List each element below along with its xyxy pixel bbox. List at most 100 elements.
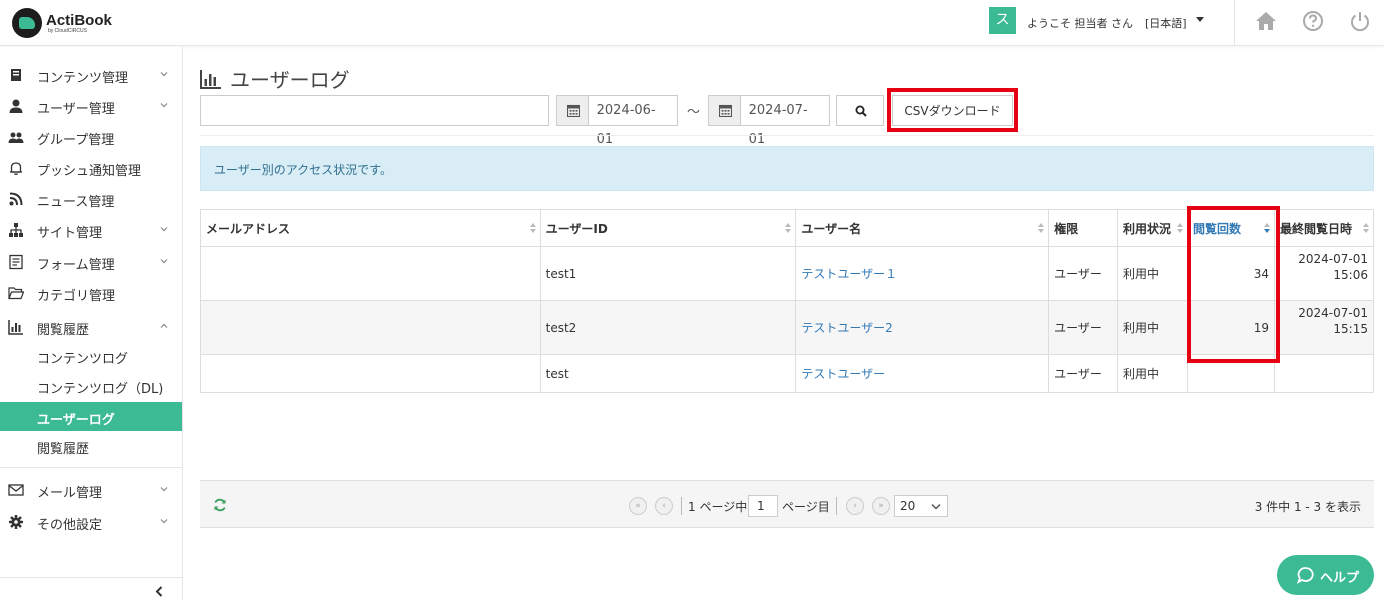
- gear-icon: [9, 515, 23, 529]
- sidebar-subitem-content-log[interactable]: コンテンツログ: [0, 341, 182, 370]
- chevron-down-icon: [160, 227, 168, 232]
- cell-email: [200, 246, 541, 301]
- logo-subtitle: by CloudCIRCUS: [48, 27, 87, 34]
- cell-status: 利用中: [1117, 354, 1189, 393]
- search-icon: [855, 105, 867, 117]
- sidebar-item-contents[interactable]: コンテンツ管理: [0, 59, 182, 90]
- sidebar: コンテンツ管理 ユーザー管理 グループ管理 プッシュ通知管理 ニュース管理 サイ…: [0, 47, 183, 600]
- cell-user-id: test2: [539, 300, 797, 355]
- cell-user-name-link[interactable]: テストユーザー: [795, 354, 1050, 393]
- sidebar-item-label: その他設定: [37, 518, 103, 533]
- date-to-value[interactable]: 2024-07-01: [740, 96, 829, 147]
- language-selector[interactable]: [日本語]: [1145, 15, 1187, 31]
- calendar-icon: [719, 104, 732, 117]
- user-avatar[interactable]: ス: [989, 7, 1016, 34]
- per-page-value: 20: [900, 499, 916, 513]
- first-page-button[interactable]: «: [629, 497, 647, 515]
- column-header-email[interactable]: メールアドレス: [200, 209, 541, 247]
- date-range-separator: 〜: [687, 105, 701, 120]
- cell-last-viewed-time: 15:15: [1333, 322, 1368, 336]
- date-to-calendar-button[interactable]: [709, 96, 741, 125]
- help-button[interactable]: ヘルプ: [1277, 555, 1374, 595]
- sidebar-item-groups[interactable]: グループ管理: [0, 121, 182, 152]
- power-icon[interactable]: [1349, 10, 1371, 32]
- home-icon[interactable]: [1255, 10, 1277, 32]
- rss-icon: [9, 192, 23, 206]
- sidebar-item-history[interactable]: 閲覧履歴: [0, 311, 182, 342]
- cell-email: [200, 300, 541, 355]
- sidebar-subitem-history[interactable]: 閲覧履歴: [0, 431, 182, 460]
- sort-icon: [1363, 223, 1369, 233]
- date-to-field[interactable]: 2024-07-01: [708, 95, 830, 147]
- page-title-text: ユーザーログ: [230, 68, 350, 92]
- sidebar-item-sites[interactable]: サイト管理: [0, 214, 182, 245]
- mail-icon: [8, 484, 24, 496]
- column-header-user-name[interactable]: ユーザー名: [795, 209, 1050, 247]
- sidebar-item-label: サイト管理: [37, 226, 103, 241]
- chevron-down-icon: [160, 259, 168, 264]
- calendar-icon: [567, 104, 580, 117]
- sort-icon: [529, 223, 536, 233]
- chevron-down-icon: [160, 487, 168, 492]
- users-icon: [8, 132, 24, 143]
- welcome-text: ようこそ 担当者 さん: [1027, 17, 1133, 30]
- date-from-value[interactable]: 2024-06-01: [588, 96, 677, 147]
- logo-name: ActiBook: [46, 11, 112, 29]
- pager-prefix: 1 ページ中: [688, 500, 748, 514]
- search-button[interactable]: [836, 95, 884, 126]
- search-input[interactable]: [200, 95, 549, 126]
- sidebar-item-label: メール管理: [37, 486, 103, 501]
- prev-page-button[interactable]: ‹: [655, 497, 673, 515]
- last-page-button[interactable]: »: [872, 497, 890, 515]
- chevron-down-icon: [160, 103, 168, 108]
- cell-role: ユーザー: [1048, 246, 1119, 301]
- cell-last-viewed: 2024-07-01 15:06: [1273, 246, 1375, 301]
- chevron-down-icon: [160, 519, 168, 524]
- sidebar-item-label: プッシュ通知管理: [37, 164, 142, 179]
- next-page-button[interactable]: ›: [846, 497, 864, 515]
- cell-last-viewed: 2024-07-01 15:15: [1273, 300, 1375, 355]
- caret-down-icon[interactable]: [1196, 17, 1204, 22]
- sidebar-divider: [0, 467, 182, 468]
- sidebar-item-label: ニュース管理: [37, 195, 115, 210]
- cell-user-name-link[interactable]: テストユーザー１: [795, 246, 1050, 301]
- date-from-field[interactable]: 2024-06-01: [556, 95, 678, 147]
- refresh-icon[interactable]: [213, 498, 227, 512]
- cell-last-viewed: [1273, 354, 1375, 393]
- column-header-status[interactable]: 利用状況: [1117, 209, 1189, 247]
- sidebar-subitem-user-log[interactable]: ユーザーログ: [0, 402, 182, 431]
- sidebar-item-news[interactable]: ニュース管理: [0, 183, 182, 214]
- column-header-label: 権限: [1054, 221, 1079, 236]
- sidebar-item-mail[interactable]: メール管理: [0, 474, 182, 505]
- header-divider: [1234, 0, 1235, 46]
- column-header-last-viewed[interactable]: 最終閲覧日時: [1273, 209, 1375, 247]
- date-from-calendar-button[interactable]: [557, 96, 589, 125]
- sidebar-item-forms[interactable]: フォーム管理: [0, 246, 182, 277]
- actibook-logo[interactable]: ActiBook by CloudCIRCUS: [12, 8, 112, 38]
- sidebar-collapse-button[interactable]: [0, 577, 182, 600]
- sidebar-subitem-label: ユーザーログ: [37, 413, 115, 428]
- book-icon: [11, 69, 21, 81]
- cell-user-name-link[interactable]: テストユーザー2: [795, 300, 1050, 355]
- per-page-select[interactable]: 20: [894, 495, 948, 517]
- column-header-label: ユーザー名: [801, 221, 862, 236]
- sidebar-item-label: コンテンツ管理: [37, 71, 129, 86]
- csv-highlight-box: [887, 88, 1018, 132]
- column-header-label: 利用状況: [1123, 221, 1172, 236]
- help-icon[interactable]: [1302, 10, 1324, 32]
- cell-last-viewed-date: 2024-07-01: [1298, 252, 1368, 266]
- sidebar-item-settings[interactable]: その他設定: [0, 506, 182, 537]
- sidebar-item-users[interactable]: ユーザー管理: [0, 90, 182, 121]
- info-alert: ユーザー別のアクセス状況です。: [200, 146, 1374, 191]
- sidebar-subitem-label: 閲覧履歴: [37, 442, 90, 457]
- bar-chart-icon: [8, 320, 23, 335]
- cell-role: ユーザー: [1048, 354, 1119, 393]
- sidebar-item-push[interactable]: プッシュ通知管理: [0, 152, 182, 183]
- sidebar-item-categories[interactable]: カテゴリ管理: [0, 277, 182, 308]
- cell-user-id: test: [539, 354, 797, 393]
- sidebar-item-label: カテゴリ管理: [37, 289, 116, 304]
- toolbar-divider: [200, 135, 1374, 136]
- sidebar-subitem-content-log-dl[interactable]: コンテンツログ（DL): [0, 371, 182, 400]
- page-number-input[interactable]: 1: [748, 495, 778, 517]
- column-header-user-id[interactable]: ユーザーID: [539, 209, 797, 247]
